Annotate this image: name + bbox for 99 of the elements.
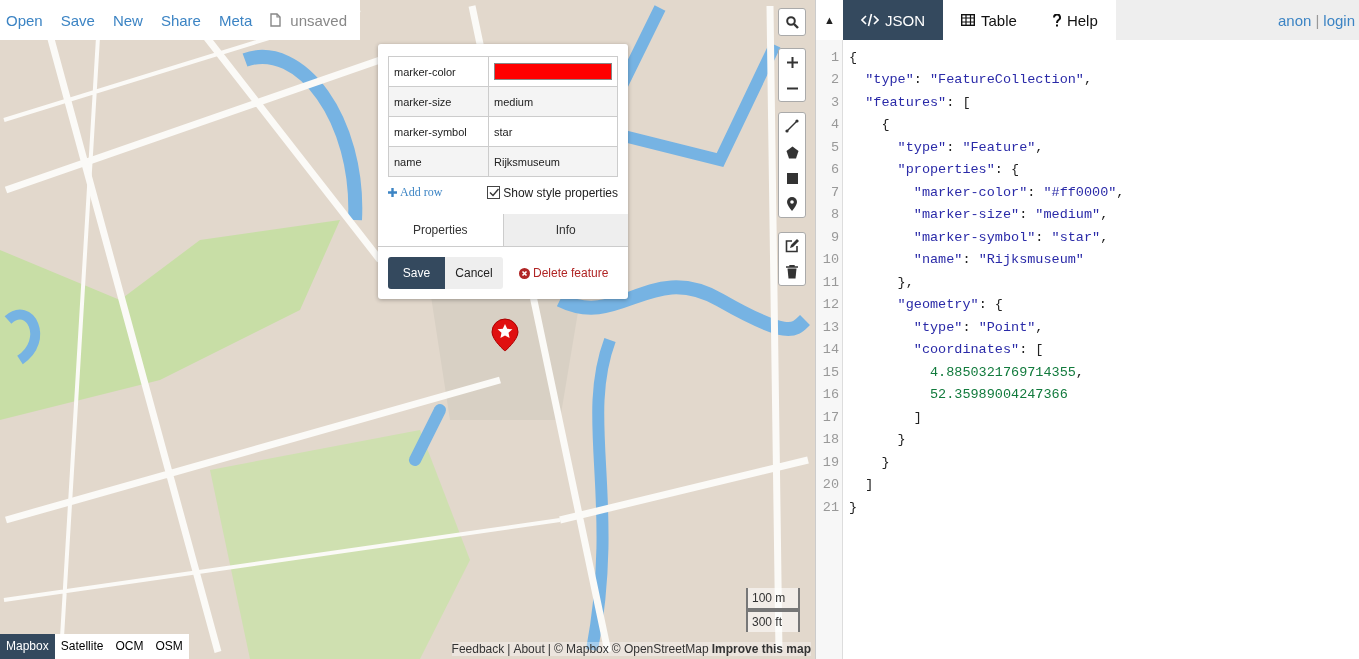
code-line: "name": "Rijksmuseum" xyxy=(912,252,1084,268)
line-number: 11 xyxy=(821,274,840,290)
pentagon-icon xyxy=(785,145,799,159)
line-number: 14 xyxy=(821,342,840,358)
line-number: 15 xyxy=(821,364,840,380)
code-line: "features": [ xyxy=(864,94,971,110)
scale-bar: 100 m xyxy=(746,588,800,610)
layer-tab[interactable]: Satellite xyxy=(54,634,110,659)
line-icon xyxy=(785,119,799,133)
separator: | xyxy=(507,642,511,656)
attribution-link[interactable]: © Mapbox xyxy=(553,642,609,656)
code-icon xyxy=(861,13,879,27)
save-button[interactable]: Save xyxy=(388,257,445,289)
code-line: "marker-color": "#ff0000", xyxy=(912,184,1125,200)
line-number: 10 xyxy=(821,252,840,268)
property-value[interactable]: star xyxy=(488,116,618,147)
code-line: ] xyxy=(912,409,922,425)
property-key[interactable]: marker-size xyxy=(388,86,489,117)
map-marker-icon[interactable] xyxy=(491,318,519,352)
line-number: 21 xyxy=(821,499,840,515)
improve-map-link[interactable]: Improve this map xyxy=(711,642,811,656)
code-line: "type": "FeatureCollection", xyxy=(864,72,1093,88)
line-number: 8 xyxy=(829,207,840,223)
remove-icon xyxy=(519,267,530,279)
code-line: "type": "Feature", xyxy=(896,139,1044,155)
panel-tab[interactable]: JSON xyxy=(843,0,943,40)
attribution-link[interactable]: Feedback xyxy=(451,642,505,656)
property-key[interactable]: name xyxy=(388,146,489,177)
menu-link[interactable]: New xyxy=(112,11,143,29)
zoom-out-icon xyxy=(786,86,798,90)
file-icon xyxy=(270,13,282,27)
property-key[interactable]: marker-symbol xyxy=(388,116,489,147)
menu-link[interactable]: Share xyxy=(160,11,201,29)
code-line: }, xyxy=(896,274,914,290)
code-line: 52.35989004247366 xyxy=(929,387,1068,403)
zoom-in-icon xyxy=(786,56,798,68)
trash-icon xyxy=(786,265,798,279)
property-value[interactable]: Rijksmuseum xyxy=(488,146,618,177)
add-row-link[interactable]: Add row xyxy=(400,185,443,200)
layer-tab[interactable]: OSM xyxy=(149,634,189,659)
square-icon xyxy=(786,172,798,184)
line-number: 17 xyxy=(821,409,840,425)
attribution-link[interactable]: © OpenStreetMap xyxy=(611,642,709,656)
code-line: } xyxy=(880,454,890,470)
menu-link[interactable]: Save xyxy=(60,11,95,29)
question-icon xyxy=(1052,13,1061,27)
panel-tab[interactable]: Table xyxy=(943,0,1035,40)
code-line: "coordinates": [ xyxy=(912,342,1044,358)
panel-tab[interactable]: Help xyxy=(1034,0,1116,40)
layer-tab[interactable]: Mapbox xyxy=(0,634,55,659)
property-value[interactable]: medium xyxy=(488,86,618,117)
delete-feature-link[interactable]: Delete feature xyxy=(533,266,609,280)
popup-tab[interactable]: Info xyxy=(502,214,628,246)
search-icon xyxy=(785,15,799,29)
scale-bar: 300 ft xyxy=(746,610,800,632)
line-number: 2 xyxy=(829,72,840,88)
plus-icon xyxy=(388,188,397,197)
marker-icon xyxy=(787,197,797,211)
line-number: 1 xyxy=(829,49,840,65)
separator: | xyxy=(547,642,551,656)
code-line: "type": "Point", xyxy=(912,319,1044,335)
popup-tab[interactable]: Properties xyxy=(378,214,503,246)
line-number: 13 xyxy=(821,319,840,335)
code-line: { xyxy=(849,49,858,65)
attribution-link[interactable]: About xyxy=(513,642,545,656)
line-number: 4 xyxy=(829,117,840,133)
line-number: 3 xyxy=(829,94,840,110)
checkbox-label: Show style properties xyxy=(503,185,618,200)
line-number: 9 xyxy=(829,229,840,245)
menu-link[interactable]: Meta xyxy=(218,11,253,29)
code-line: "marker-symbol": "star", xyxy=(912,229,1109,245)
checkbox[interactable] xyxy=(487,186,501,199)
code-line: ] xyxy=(864,477,874,493)
menu-link[interactable]: Open xyxy=(6,11,43,29)
separator: | xyxy=(1315,11,1320,29)
user-link[interactable]: anon xyxy=(1278,11,1312,29)
file-name: unsaved xyxy=(290,11,348,29)
line-number: 6 xyxy=(829,162,840,178)
code-line: } xyxy=(896,432,906,448)
code-line: "properties": { xyxy=(896,162,1020,178)
line-number: 7 xyxy=(829,184,840,200)
line-number: 18 xyxy=(821,432,840,448)
code-line: 4.8850321769714355, xyxy=(929,364,1084,380)
code-line: } xyxy=(849,499,858,515)
layer-tab[interactable]: OCM xyxy=(109,634,150,659)
line-number: 5 xyxy=(829,139,840,155)
edit-icon xyxy=(785,239,799,253)
color-field[interactable] xyxy=(488,56,618,87)
line-number: 12 xyxy=(821,297,840,313)
line-number: 20 xyxy=(821,477,840,493)
collapse-button[interactable]: ▲ xyxy=(815,0,843,40)
code-line: { xyxy=(880,117,890,133)
code-line: "geometry": { xyxy=(896,297,1003,313)
cancel-button[interactable]: Cancel xyxy=(445,257,503,289)
table-icon xyxy=(961,14,975,26)
code-line: "marker-size": "medium", xyxy=(912,207,1109,223)
line-number: 16 xyxy=(821,387,840,403)
line-number: 19 xyxy=(821,454,840,470)
property-key[interactable]: marker-color xyxy=(388,56,489,87)
